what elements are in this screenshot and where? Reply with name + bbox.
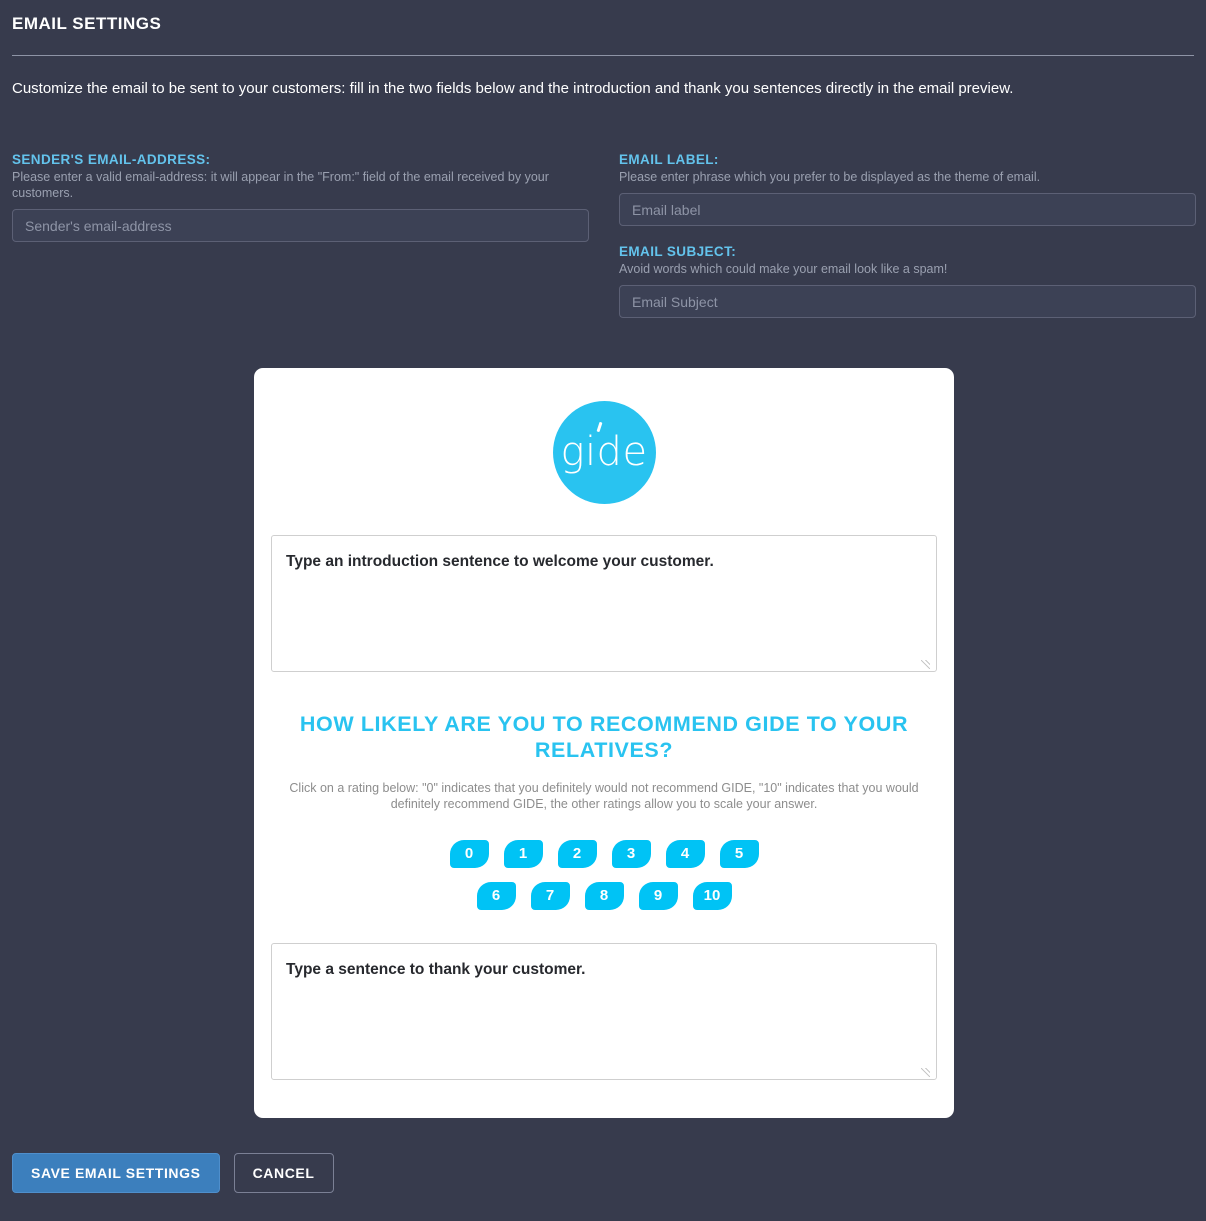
email-subject-help: Avoid words which could make your email … [619, 262, 948, 276]
rating-row-first: 0 1 2 3 4 5 [254, 840, 954, 868]
sender-email-input[interactable] [12, 209, 589, 242]
save-email-settings-button[interactable]: Save email settings [12, 1153, 220, 1193]
email-label-label: Email label: [619, 152, 719, 167]
rating-button-7[interactable]: 7 [530, 882, 570, 910]
email-label-help: Please enter phrase which you prefer to … [619, 170, 1041, 184]
thank-you-sentence-textarea[interactable] [271, 943, 937, 1080]
resize-handle-icon[interactable] [921, 660, 930, 669]
rating-button-10[interactable]: 10 [692, 882, 732, 910]
logo-text: gide [560, 428, 648, 475]
email-label-field-block: Email label: Please enter phrase which y… [619, 152, 1196, 226]
rating-button-4[interactable]: 4 [665, 840, 705, 868]
email-label-input[interactable] [619, 193, 1196, 226]
email-preview-card: gide How likely are you to recommend GID… [254, 368, 954, 1118]
page-intro-text: Customize the email to be sent to your c… [12, 80, 1014, 97]
rating-button-2[interactable]: 2 [557, 840, 597, 868]
rating-row-second: 6 7 8 9 10 [254, 882, 954, 910]
rating-button-3[interactable]: 3 [611, 840, 651, 868]
form-column-right: Email label: Please enter phrase which y… [619, 152, 1196, 318]
rating-scale: 0 1 2 3 4 5 6 7 8 9 10 [254, 840, 954, 910]
sender-email-label: Sender's email-address: [12, 152, 211, 167]
sender-email-help: Please enter a valid email-address: it w… [12, 170, 549, 200]
cancel-button[interactable]: Cancel [233, 1153, 334, 1193]
email-subject-label: Email subject: [619, 244, 737, 259]
resize-handle-icon[interactable] [921, 1068, 930, 1077]
form-column-left: Sender's email-address: Please enter a v… [12, 152, 589, 242]
survey-question-help: Click on a rating below: "0" indicates t… [289, 781, 919, 811]
rating-button-1[interactable]: 1 [503, 840, 543, 868]
rating-button-6[interactable]: 6 [476, 882, 516, 910]
sender-email-field-block: Sender's email-address: Please enter a v… [12, 152, 589, 242]
rating-button-9[interactable]: 9 [638, 882, 678, 910]
rating-button-0[interactable]: 0 [449, 840, 489, 868]
survey-question-title: How likely are you to recommend GIDE to … [299, 712, 909, 762]
footer-actions: Save email settings Cancel [12, 1153, 334, 1193]
email-subject-input[interactable] [619, 285, 1196, 318]
introduction-sentence-textarea[interactable] [271, 535, 937, 672]
email-subject-field-block: Email subject: Avoid words which could m… [619, 244, 1196, 318]
page-title: Email settings [12, 14, 162, 33]
rating-button-8[interactable]: 8 [584, 882, 624, 910]
rating-button-5[interactable]: 5 [719, 840, 759, 868]
logo-wrapper: gide [254, 401, 954, 504]
header-divider [12, 55, 1194, 56]
gide-logo-icon: gide [552, 401, 656, 504]
